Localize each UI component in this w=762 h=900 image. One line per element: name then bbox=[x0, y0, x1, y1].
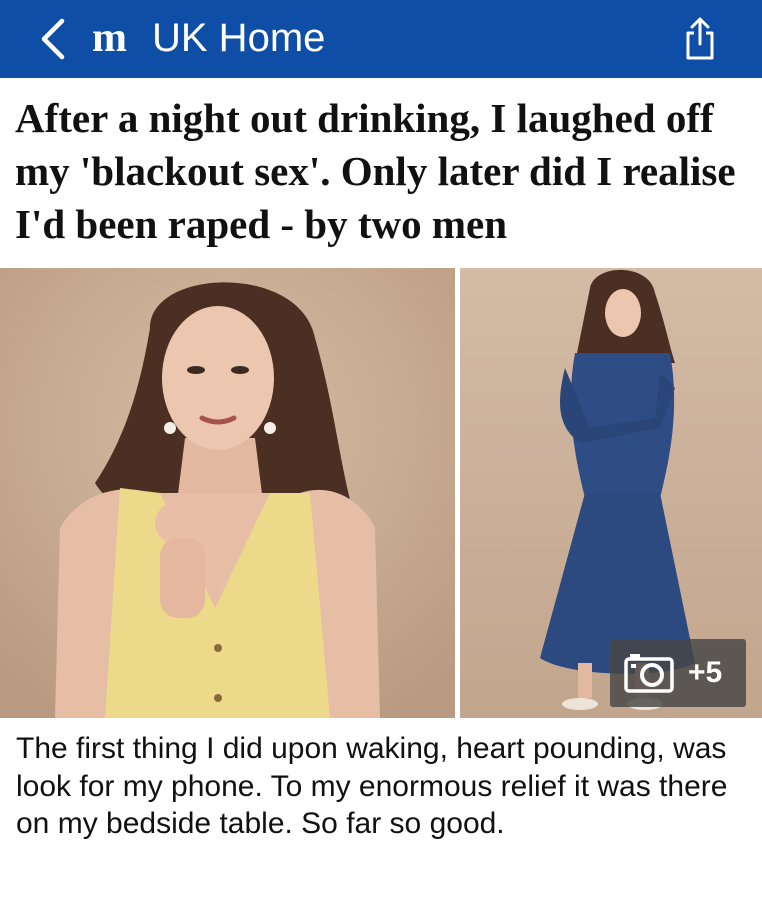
article-excerpt[interactable]: The first thing I did upon waking, heart… bbox=[16, 730, 746, 843]
share-button[interactable] bbox=[678, 14, 722, 64]
gallery-photo-portrait[interactable] bbox=[0, 268, 455, 718]
share-icon bbox=[686, 17, 714, 60]
article-headline[interactable]: After a night out drinking, I laughed of… bbox=[15, 92, 753, 251]
home-link[interactable]: UK Home bbox=[152, 12, 325, 64]
chevron-left-icon bbox=[41, 18, 65, 60]
photo-count-badge[interactable]: +5 bbox=[610, 639, 746, 707]
back-button[interactable] bbox=[30, 14, 76, 64]
camera-icon bbox=[624, 653, 674, 693]
brand-logo[interactable]: m bbox=[92, 12, 127, 64]
top-navigation-bar: m UK Home bbox=[0, 0, 762, 78]
portrait-yellow-top-image bbox=[0, 268, 455, 718]
photo-count-label: +5 bbox=[688, 656, 723, 689]
photo-gallery[interactable]: +5 bbox=[0, 268, 762, 718]
